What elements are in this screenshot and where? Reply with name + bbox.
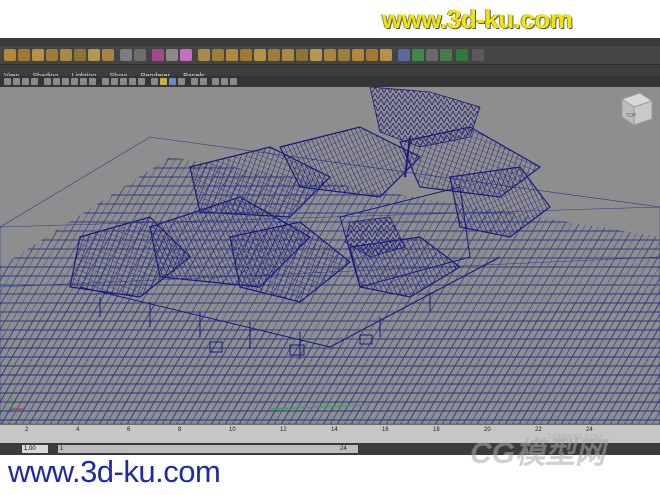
range-bar-end-label: 24 (340, 446, 347, 452)
viewcube-label: TOP (626, 113, 637, 119)
field-chart-icon[interactable] (80, 78, 87, 85)
hypershade-icon[interactable] (412, 49, 424, 61)
panel-menu-bar: View Shading Lighting Show Renderer Pane… (0, 65, 660, 80)
merge-icon[interactable] (240, 49, 252, 61)
film-gate-icon[interactable] (53, 78, 60, 85)
tick-label: 10 (229, 427, 236, 433)
shelf-tab-bar[interactable] (0, 38, 660, 46)
bevel-icon[interactable] (212, 49, 224, 61)
textured-icon[interactable] (129, 78, 136, 85)
tick-label: 4 (76, 427, 80, 433)
batch-render-icon[interactable] (472, 49, 484, 61)
combine-icon[interactable] (296, 49, 308, 61)
motion-blur-icon[interactable] (200, 78, 207, 85)
depth-of-field-icon[interactable] (221, 78, 228, 85)
uv-editor-icon[interactable] (398, 49, 410, 61)
ipr-render-icon[interactable] (440, 49, 452, 61)
tick-label: 6 (127, 427, 131, 433)
extrude-icon[interactable] (198, 49, 210, 61)
hud-icon[interactable] (230, 78, 237, 85)
separate-icon[interactable] (310, 49, 322, 61)
sphere-icon[interactable] (4, 49, 16, 61)
tick-label: 8 (178, 427, 182, 433)
grid-toggle-icon[interactable] (44, 78, 51, 85)
fill-hole-icon[interactable] (268, 49, 280, 61)
cgmodel-logo-sub: CGMODEL.COM (548, 434, 602, 441)
wireframe-icon[interactable] (102, 78, 109, 85)
isolate-select-icon[interactable] (178, 78, 185, 85)
resolution-gate-icon[interactable] (62, 78, 69, 85)
lattice-icon[interactable] (180, 49, 192, 61)
shadows-icon[interactable] (151, 78, 158, 85)
cube-icon[interactable] (18, 49, 30, 61)
mirror-icon[interactable] (324, 49, 336, 61)
range-bar[interactable]: 1 24 (58, 445, 358, 453)
camera-attributes-icon[interactable] (13, 78, 20, 85)
nurbs-cube-icon[interactable] (102, 49, 114, 61)
cone-icon[interactable] (46, 49, 58, 61)
ambient-occlusion-icon[interactable] (191, 78, 198, 85)
ep-curve-icon[interactable] (134, 49, 146, 61)
split-icon[interactable] (226, 49, 238, 61)
curve-tool-icon[interactable] (120, 49, 132, 61)
sculpt-icon[interactable] (166, 49, 178, 61)
bookmark-icon[interactable] (22, 78, 29, 85)
watermark-bottom: www.3d-ku.com (8, 454, 221, 489)
shelf-toolbar (0, 46, 660, 65)
range-start-field[interactable]: 1.00 (22, 445, 48, 453)
viewcube[interactable]: TOP (620, 92, 654, 126)
wireframe-on-shaded-icon[interactable] (120, 78, 127, 85)
select-camera-icon[interactable] (4, 78, 11, 85)
scene-wireframe: TOP (0, 87, 660, 424)
tick-label: 12 (280, 427, 287, 433)
nurbs-sphere-icon[interactable] (88, 49, 100, 61)
tick-label: 2 (25, 427, 29, 433)
render-settings-icon[interactable] (456, 49, 468, 61)
tick-label: 16 (382, 427, 389, 433)
light-bulb-icon[interactable] (160, 78, 167, 85)
lights-icon[interactable] (138, 78, 145, 85)
xray-icon[interactable] (169, 78, 176, 85)
smooth-icon[interactable] (282, 49, 294, 61)
watermark-top: www.3d-ku.com (382, 4, 573, 34)
cylinder-icon[interactable] (32, 49, 44, 61)
render-icon[interactable] (426, 49, 438, 61)
deformer-icon[interactable] (152, 49, 164, 61)
torus-icon[interactable] (74, 49, 86, 61)
perspective-viewport[interactable]: TOP (0, 87, 660, 424)
reduce-icon[interactable] (352, 49, 364, 61)
smooth-shade-icon[interactable] (111, 78, 118, 85)
image-plane-icon[interactable] (31, 78, 38, 85)
gate-mask-icon[interactable] (71, 78, 78, 85)
boolean-icon[interactable] (338, 49, 350, 61)
triangulate-icon[interactable] (380, 49, 392, 61)
multisample-icon[interactable] (212, 78, 219, 85)
range-bar-start-label: 1 (60, 446, 64, 452)
safe-action-icon[interactable] (89, 78, 96, 85)
tick-label: 14 (331, 427, 338, 433)
cleanup-icon[interactable] (366, 49, 378, 61)
bridge-icon[interactable] (254, 49, 266, 61)
tick-label: 18 (433, 427, 440, 433)
plane-icon[interactable] (60, 49, 72, 61)
